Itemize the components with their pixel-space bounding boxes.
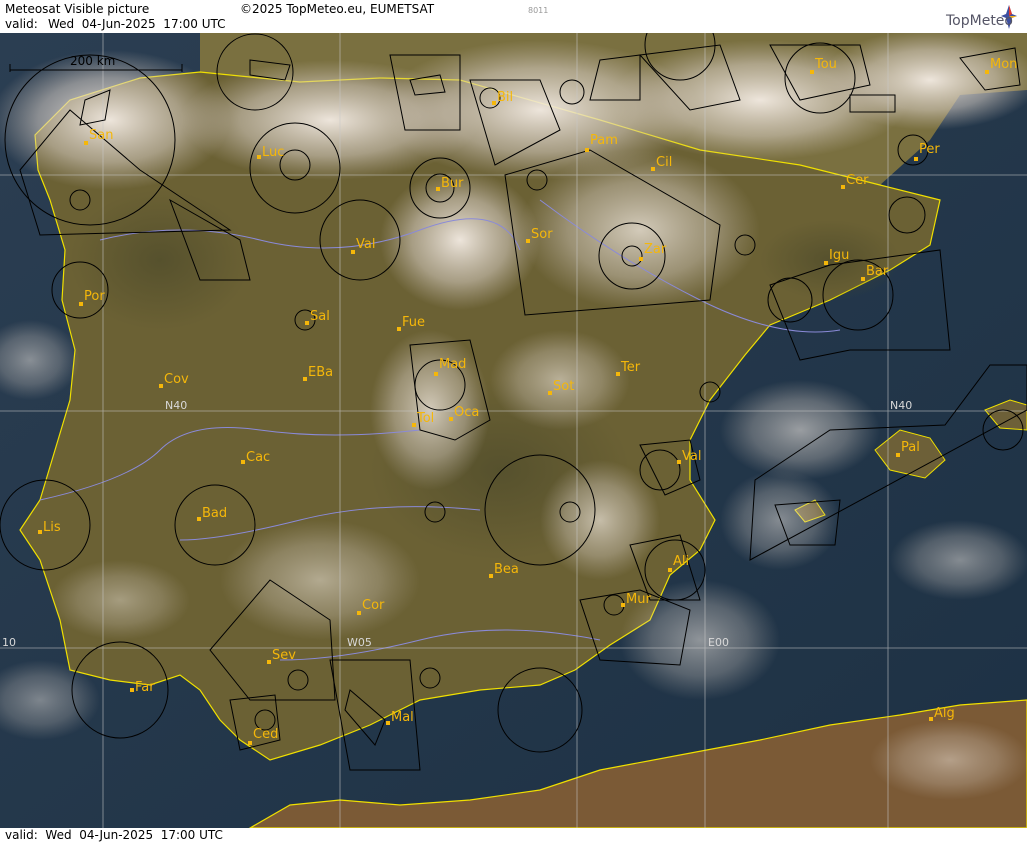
city-marker: [841, 185, 845, 189]
city-marker: [305, 321, 309, 325]
city-label[interactable]: Luc: [262, 145, 284, 160]
city-marker: [449, 417, 453, 421]
city-marker: [434, 372, 438, 376]
city-marker: [585, 148, 589, 152]
city-marker: [257, 155, 261, 159]
city-label[interactable]: Cac: [246, 450, 270, 465]
city-label[interactable]: Mon: [990, 57, 1017, 72]
city-marker: [985, 70, 989, 74]
city-marker: [616, 372, 620, 376]
valid-label: valid:: [5, 17, 38, 31]
city-marker: [668, 568, 672, 572]
city-marker: [38, 530, 42, 534]
footer-valid-time: valid: Wed 04-Jun-2025 17:00 UTC: [5, 828, 223, 842]
scale-bar-label: 200 km: [70, 54, 115, 68]
city-label[interactable]: Bur: [441, 176, 464, 191]
city-label[interactable]: Bad: [202, 506, 227, 521]
city-marker: [548, 391, 552, 395]
city-label[interactable]: Pam: [590, 133, 618, 148]
satellite-map[interactable]: N40 N40 W05 E00 10 200 km San Luc Bil Pa…: [0, 33, 1027, 828]
city-marker: [492, 101, 496, 105]
city-label[interactable]: San: [89, 128, 113, 143]
city-label[interactable]: EBa: [308, 365, 333, 380]
city-label[interactable]: Ter: [620, 360, 641, 375]
city-marker: [84, 141, 88, 145]
grid-label-n40: N40: [165, 399, 187, 412]
city-label[interactable]: Per: [919, 142, 940, 157]
satellite-map-canvas: N40 N40 W05 E00 10 200 km San Luc Bil Pa…: [0, 33, 1027, 828]
city-label[interactable]: Cer: [846, 173, 869, 188]
city-marker: [621, 603, 625, 607]
city-marker: [357, 611, 361, 615]
city-label[interactable]: Pal: [901, 440, 920, 455]
city-label[interactable]: Cor: [362, 598, 385, 613]
city-label[interactable]: Val: [356, 237, 375, 252]
city-label[interactable]: Cov: [164, 372, 189, 387]
grid-label-w10: 10: [2, 636, 16, 649]
logo-text: TopMeteo: [946, 13, 1013, 29]
grid-label-w05: W05: [347, 636, 372, 649]
copyright-text: ©2025 TopMeteo.eu, EUMETSAT: [240, 2, 435, 16]
city-label[interactable]: Bar: [866, 264, 889, 279]
city-label[interactable]: Ali: [673, 554, 689, 569]
footer: valid: Wed 04-Jun-2025 17:00 UTC: [0, 828, 1027, 843]
city-label[interactable]: Far: [135, 680, 155, 695]
city-marker: [824, 261, 828, 265]
city-marker: [412, 423, 416, 427]
city-marker: [241, 460, 245, 464]
city-label[interactable]: Fue: [402, 315, 425, 330]
city-marker: [267, 660, 271, 664]
city-marker: [914, 157, 918, 161]
city-label[interactable]: Sal: [310, 309, 330, 324]
city-label[interactable]: Tol: [416, 411, 434, 426]
city-marker: [489, 574, 493, 578]
city-label[interactable]: Bea: [494, 562, 519, 577]
city-marker: [929, 717, 933, 721]
city-marker: [639, 257, 643, 261]
city-marker: [303, 377, 307, 381]
terrain-shade: [70, 190, 250, 330]
city-label[interactable]: Cil: [656, 155, 672, 170]
city-marker: [861, 277, 865, 281]
city-marker: [677, 460, 681, 464]
city-label[interactable]: Ced: [253, 727, 278, 742]
city-label[interactable]: Alg: [934, 706, 955, 721]
city-label[interactable]: Mur: [626, 592, 651, 607]
city-marker: [79, 302, 83, 306]
city-label[interactable]: Sor: [531, 227, 553, 242]
city-marker: [386, 721, 390, 725]
city-marker: [526, 239, 530, 243]
city-marker: [896, 453, 900, 457]
city-marker: [810, 70, 814, 74]
city-label[interactable]: Bil: [497, 90, 513, 105]
city-marker: [351, 250, 355, 254]
city-marker: [651, 167, 655, 171]
city-label[interactable]: Por: [84, 289, 105, 304]
image-title: Meteosat Visible picture: [5, 2, 150, 16]
city-label[interactable]: Val: [682, 449, 701, 464]
city-label[interactable]: Igu: [829, 248, 849, 263]
city-label[interactable]: Sev: [272, 648, 296, 663]
city-label[interactable]: Zar: [644, 242, 667, 257]
city-marker: [159, 384, 163, 388]
city-label[interactable]: Oca: [454, 405, 479, 420]
valid-time: Wed 04-Jun-2025 17:00 UTC: [48, 17, 226, 31]
city-label[interactable]: Mad: [439, 357, 466, 372]
city-marker: [130, 688, 134, 692]
city-label[interactable]: Sot: [553, 379, 574, 394]
header: Meteosat Visible picture ©2025 TopMeteo.…: [0, 0, 1027, 33]
city-marker: [197, 517, 201, 521]
grid-label-e00: E00: [708, 636, 729, 649]
city-marker: [397, 327, 401, 331]
grid-label-n40-east: N40: [890, 399, 912, 412]
image-code: 8011: [528, 6, 549, 15]
city-label[interactable]: Tou: [814, 57, 837, 72]
city-label[interactable]: Mal: [391, 710, 414, 725]
city-label[interactable]: Lis: [43, 520, 61, 535]
city-marker: [436, 187, 440, 191]
city-marker: [248, 741, 252, 745]
